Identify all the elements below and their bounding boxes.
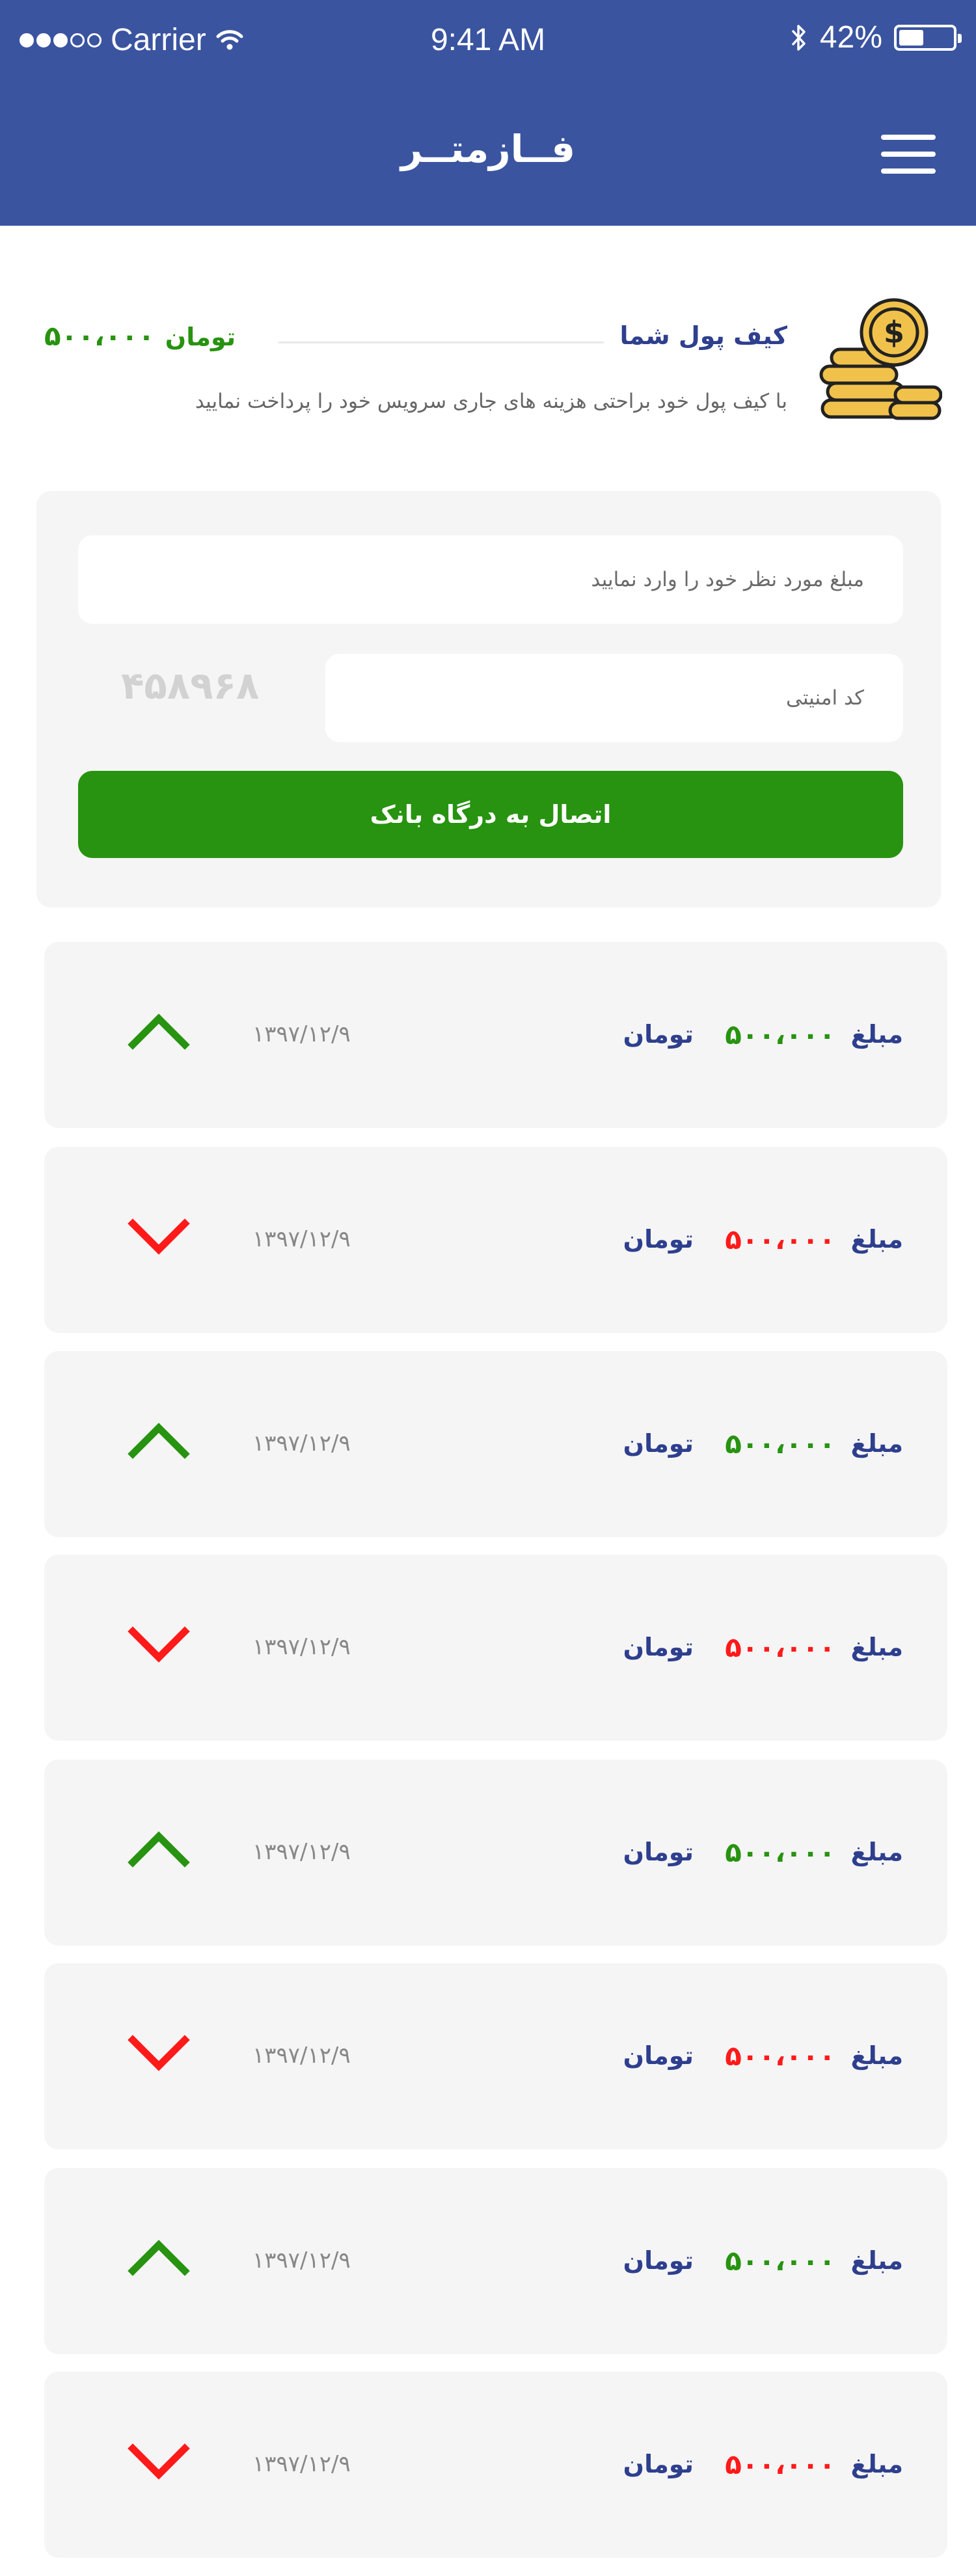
app-header: فــازمتــر	[0, 81, 976, 226]
chevron-down-icon	[128, 2443, 190, 2480]
chevron-up-icon	[128, 1423, 190, 1459]
transaction-currency: تومان	[623, 2246, 694, 2275]
transaction-item[interactable]: مبلغ ۵۰۰،۰۰۰ تومان ۱۳۹۷/۱۲/۹	[44, 1147, 947, 1333]
battery-level	[899, 29, 923, 46]
divider	[278, 342, 604, 343]
amount-label: مبلغ	[850, 1633, 903, 1661]
battery-percentage: 42%	[819, 20, 882, 55]
connect-bank-button[interactable]: اتصال به درگاه بانک	[78, 771, 903, 858]
transaction-item[interactable]: مبلغ ۵۰۰،۰۰۰ تومان ۱۳۹۷/۱۲/۹	[44, 1351, 947, 1537]
transaction-currency: تومان	[623, 1633, 694, 1661]
chevron-down-icon	[128, 1626, 190, 1663]
amount-field-wrapper	[78, 535, 903, 624]
transaction-date: ۱۳۹۷/۱۲/۹	[252, 1430, 351, 1456]
transaction-date: ۱۳۹۷/۱۲/۹	[252, 1634, 351, 1660]
transaction-date: ۱۳۹۷/۱۲/۹	[252, 1226, 351, 1252]
amount-label: مبلغ	[850, 1225, 903, 1254]
amount-label: مبلغ	[850, 1020, 903, 1049]
coins-stack-icon: $	[819, 298, 942, 420]
captcha-code: ۴۵۸۹۶۸	[121, 664, 260, 708]
menu-line	[881, 168, 936, 174]
balance-currency: تومان	[165, 323, 236, 351]
chevron-up-icon	[128, 2240, 190, 2276]
amount-label: مبلغ	[850, 1838, 903, 1866]
transaction-amount: ۵۰۰،۰۰۰	[725, 2245, 835, 2277]
transaction-item[interactable]: مبلغ ۵۰۰،۰۰۰ تومان ۱۳۹۷/۱۲/۹	[44, 2168, 947, 2354]
transaction-item[interactable]: مبلغ ۵۰۰،۰۰۰ تومان ۱۳۹۷/۱۲/۹	[44, 2372, 947, 2558]
transaction-amount: ۵۰۰،۰۰۰	[725, 1019, 835, 1051]
transaction-amount: ۵۰۰،۰۰۰	[725, 1836, 835, 1868]
app-title: فــازمتــر	[400, 127, 576, 171]
transaction-amount: ۵۰۰،۰۰۰	[725, 1224, 835, 1255]
transaction-currency: تومان	[623, 1225, 694, 1254]
status-bar: Carrier 9:41 AM 42%	[0, 0, 976, 81]
amount-input[interactable]	[78, 535, 903, 624]
wallet-balance: تومان ۵۰۰،۰۰۰	[44, 320, 236, 352]
svg-text:$: $	[884, 315, 904, 350]
transaction-amount: ۵۰۰،۰۰۰	[725, 2040, 835, 2072]
transaction-currency: تومان	[623, 2041, 694, 2070]
transaction-item[interactable]: مبلغ ۵۰۰،۰۰۰ تومان ۱۳۹۷/۱۲/۹	[44, 1555, 947, 1741]
bluetooth-icon	[791, 24, 806, 51]
transaction-date: ۱۳۹۷/۱۲/۹	[252, 1021, 351, 1047]
chevron-down-icon	[128, 2035, 190, 2071]
amount-label: مبلغ	[850, 2041, 903, 2070]
battery-icon	[894, 24, 962, 51]
wallet-title: کیف پول شما	[619, 321, 787, 350]
transaction-amount: ۵۰۰،۰۰۰	[725, 2449, 835, 2480]
chevron-up-icon	[128, 1831, 190, 1868]
balance-amount: ۵۰۰،۰۰۰	[44, 320, 155, 352]
chevron-down-icon	[128, 1218, 190, 1255]
security-code-input[interactable]	[325, 654, 903, 742]
hamburger-menu-icon[interactable]	[881, 135, 936, 174]
amount-label: مبلغ	[850, 2246, 903, 2275]
transaction-item[interactable]: مبلغ ۵۰۰،۰۰۰ تومان ۱۳۹۷/۱۲/۹	[44, 1760, 947, 1946]
wallet-section: $ کیف پول شما تومان ۵۰۰،۰۰۰ با کیف پول خ…	[0, 226, 976, 473]
transaction-currency: تومان	[623, 1429, 694, 1458]
transaction-date: ۱۳۹۷/۱۲/۹	[252, 2451, 351, 2477]
transaction-item[interactable]: مبلغ ۵۰۰،۰۰۰ تومان ۱۳۹۷/۱۲/۹	[44, 1963, 947, 2149]
payment-card: ۴۵۸۹۶۸ اتصال به درگاه بانک	[36, 491, 941, 907]
transaction-date: ۱۳۹۷/۱۲/۹	[252, 2247, 351, 2274]
transaction-date: ۱۳۹۷/۱۲/۹	[252, 1839, 351, 1865]
menu-line	[881, 152, 936, 157]
security-field-wrapper	[325, 654, 903, 742]
menu-line	[881, 135, 936, 140]
transaction-amount: ۵۰۰،۰۰۰	[725, 1631, 835, 1663]
wallet-description: با کیف پول خود براحتی هزینه های جاری سرو…	[195, 390, 787, 413]
amount-label: مبلغ	[850, 2450, 903, 2478]
transaction-amount: ۵۰۰،۰۰۰	[725, 1428, 835, 1460]
transaction-currency: تومان	[623, 1020, 694, 1049]
chevron-up-icon	[128, 1013, 190, 1050]
transaction-date: ۱۳۹۷/۱۲/۹	[252, 2043, 351, 2069]
transaction-currency: تومان	[623, 1838, 694, 1866]
transaction-currency: تومان	[623, 2450, 694, 2478]
transaction-item[interactable]: مبلغ ۵۰۰،۰۰۰ تومان ۱۳۹۷/۱۲/۹	[44, 942, 947, 1128]
status-right: 42%	[790, 20, 962, 55]
amount-label: مبلغ	[850, 1429, 903, 1458]
